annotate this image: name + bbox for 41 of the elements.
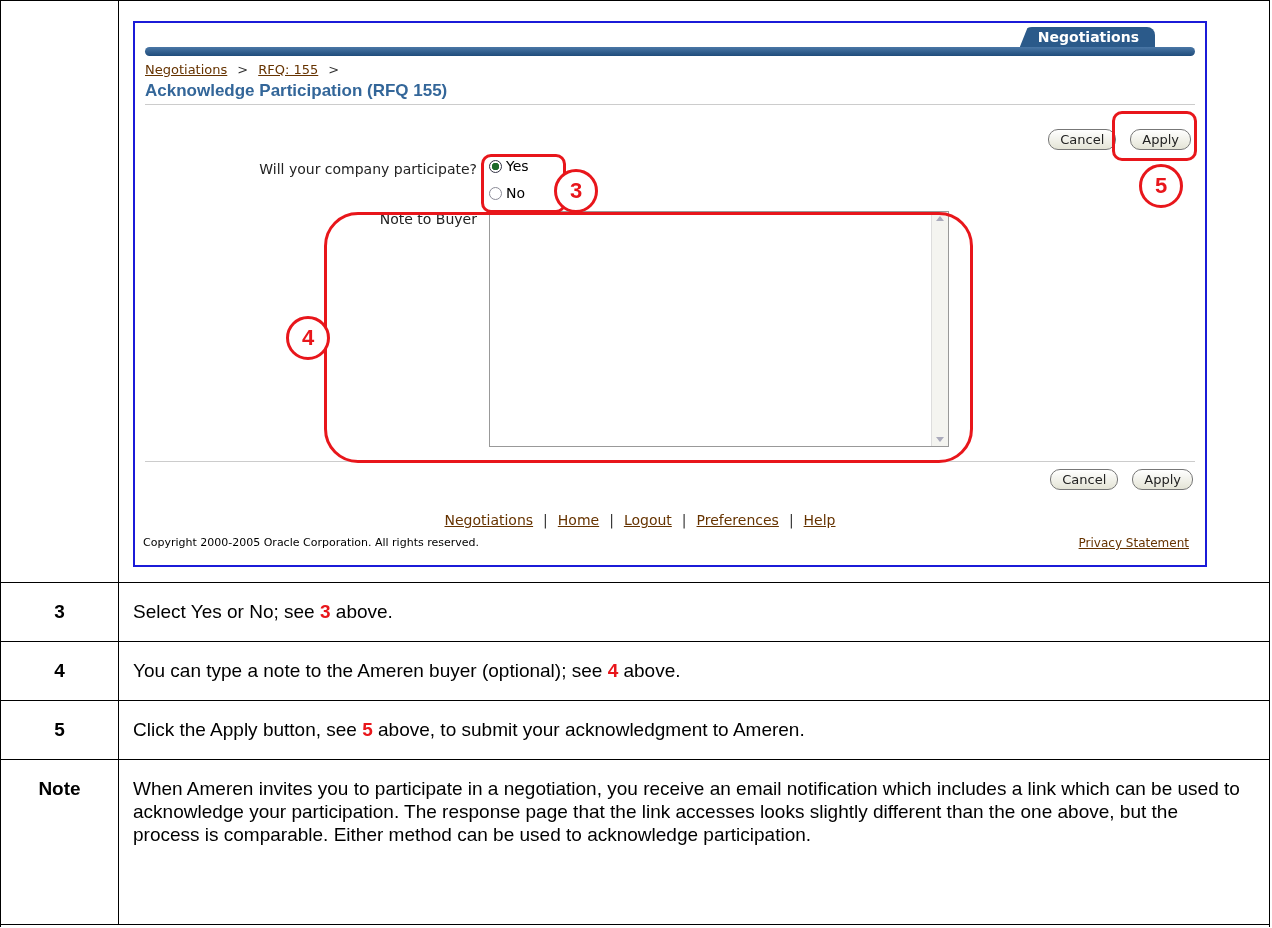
footer-link[interactable]: Negotiations [444,512,534,528]
scroll-down-icon[interactable] [936,437,944,442]
callout-number: 3 [554,169,598,213]
scroll-up-icon[interactable] [936,216,944,221]
breadcrumb-link[interactable]: Negotiations [145,62,228,77]
note-label: Note to Buyer [378,211,478,227]
step-label: 5 [1,701,119,759]
footer-link[interactable]: Home [557,512,600,528]
footer-link[interactable]: Help [803,512,836,528]
radio-label[interactable]: No [506,185,526,201]
radio-button[interactable] [489,186,502,200]
step-text: You can type a note to the Ameren buyer (optional); see 4 above. [132,659,682,683]
apply-button[interactable]: Apply [1130,129,1191,150]
step-label: 3 [1,583,119,641]
footer-link[interactable]: Logout [623,512,672,528]
radio-button[interactable] [489,159,502,173]
step-text: When Ameren invites you to participate in a negotiation, you receive an email notification which includes a link which can be used to acknowledge your participation. The response page that the link accesses looks slightly different than the one above, but the process is comparable. Either method can be used to acknowledge participation. [132,777,1241,847]
privacy-link[interactable]: Privacy Statement [1078,536,1189,550]
callout-number: 4 [286,316,330,360]
scrollbar[interactable] [931,212,948,446]
footer-link[interactable]: Preferences [696,512,779,528]
breadcrumb-separator: > [237,62,249,77]
cancel-button[interactable]: Cancel [1048,129,1117,150]
copyright-text: Copyright 2000-2005 Oracle Corporation. All rights reserved. [143,536,479,550]
negotiations-tab[interactable]: Negotiations [1019,27,1155,47]
breadcrumb-separator: > [328,62,340,77]
apply-button[interactable]: Apply [1132,469,1193,490]
step-label: 4 [1,642,119,700]
question-label: Will your company participate? [258,160,478,177]
link-separator: | [543,512,548,528]
page-title: Acknowledge Participation (RFQ 155) [145,81,1195,105]
breadcrumb-link[interactable]: RFQ: 155 [258,62,319,77]
cancel-button[interactable]: Cancel [1050,469,1119,490]
callout-number: 5 [1139,164,1183,208]
link-separator: | [609,512,614,528]
link-separator: | [681,512,687,528]
step-label: Note [1,760,119,924]
step-text: Select Yes or No; see 3 above. [132,600,394,624]
link-separator: | [788,512,794,528]
radio-label[interactable]: Yes [506,158,529,174]
step-text: Click the Apply button, see 5 above, to submit your acknowledgment to Ameren. [132,718,806,742]
